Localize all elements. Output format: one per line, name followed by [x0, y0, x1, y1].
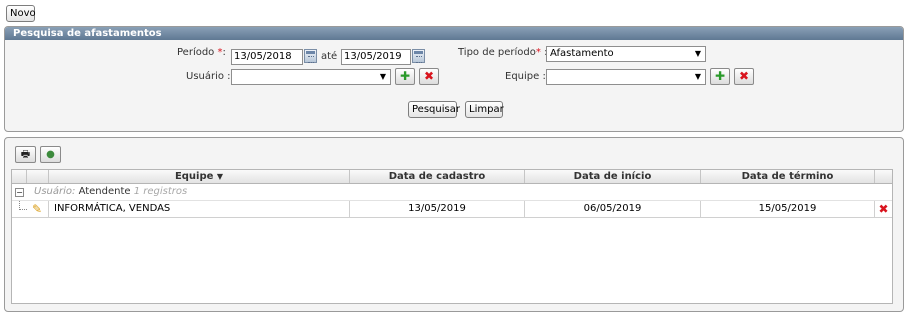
header-spacer [874, 170, 892, 183]
chevron-down-icon: ▼ [694, 72, 701, 81]
header-spacer [12, 170, 26, 183]
delete-row-button[interactable]: ✖ [874, 201, 892, 218]
usuario-label: Usuário : [186, 71, 231, 82]
print-icon: 🖶 [20, 149, 31, 160]
column-header-equipe[interactable]: Equipe ▼ [48, 170, 349, 183]
calendar-icon[interactable] [304, 49, 317, 63]
sort-desc-icon: ▼ [216, 172, 224, 181]
periodo-end-input[interactable]: 13/05/2019 [341, 49, 411, 65]
results-grid: Equipe ▼ Data de cadastro Data de início… [11, 169, 893, 304]
cell-data-inicio: 06/05/2019 [524, 201, 700, 218]
periodo-start-input[interactable]: 13/05/2018 [231, 49, 303, 65]
remove-usuario-button[interactable]: ✖ [419, 68, 439, 85]
tipo-periodo-value: Afastamento [550, 48, 614, 59]
add-usuario-button[interactable]: ✚ [395, 68, 415, 85]
search-panel: Pesquisa de afastamentos Período *: 13/0… [4, 26, 904, 132]
usuario-select[interactable]: ▼ [231, 69, 391, 85]
remove-equipe-button[interactable]: ✖ [734, 68, 754, 85]
add-equipe-button[interactable]: ✚ [710, 68, 730, 85]
chevron-down-icon: ▼ [694, 49, 701, 58]
globe-button[interactable]: ● [40, 146, 61, 163]
tipo-periodo-label: Tipo de período* : [458, 47, 547, 58]
column-header-data-inicio[interactable]: Data de início [524, 170, 700, 183]
cell-equipe: INFORMÁTICA, VENDAS [48, 201, 349, 218]
export-button[interactable]: 🖶 [15, 146, 36, 163]
grid-header: Equipe ▼ Data de cadastro Data de início… [12, 170, 892, 184]
collapse-icon[interactable]: − [15, 188, 24, 197]
chevron-down-icon: ▼ [379, 72, 386, 81]
calendar-icon[interactable] [412, 49, 425, 63]
new-button[interactable]: Novo [6, 5, 36, 22]
results-panel: 🖶 ● Equipe ▼ Data de cadastro Data de in… [4, 137, 904, 312]
column-header-data-termino[interactable]: Data de término [700, 170, 874, 183]
add-icon: ✚ [399, 69, 411, 83]
group-label: Usuário: Atendente 1 registros [34, 186, 188, 197]
pencil-icon: ✎ [31, 202, 43, 216]
cell-data-termino: 15/05/2019 [700, 201, 874, 218]
edit-cell[interactable]: ✎ [26, 201, 48, 218]
search-panel-title: Pesquisa de afastamentos [5, 27, 903, 40]
tipo-periodo-select[interactable]: Afastamento ▼ [546, 46, 706, 62]
group-row: − Usuário: Atendente 1 registros [12, 184, 892, 201]
globe-icon: ● [46, 149, 55, 160]
cell-data-cadastro: 13/05/2019 [349, 201, 524, 218]
periodo-label: Período *: [177, 47, 226, 58]
remove-icon: ✖ [878, 202, 889, 216]
remove-icon: ✖ [423, 69, 435, 83]
equipe-select[interactable]: ▼ [546, 69, 706, 85]
search-button[interactable]: Pesquisar [408, 101, 460, 118]
ate-label: até [321, 51, 338, 62]
equipe-label: Equipe : [505, 71, 546, 82]
header-spacer [26, 170, 48, 183]
add-icon: ✚ [714, 69, 726, 83]
table-row[interactable]: ✎ INFORMÁTICA, VENDAS 13/05/2019 06/05/2… [12, 201, 892, 218]
column-header-data-cadastro[interactable]: Data de cadastro [349, 170, 524, 183]
clear-button[interactable]: Limpar [465, 101, 504, 118]
remove-icon: ✖ [738, 69, 750, 83]
